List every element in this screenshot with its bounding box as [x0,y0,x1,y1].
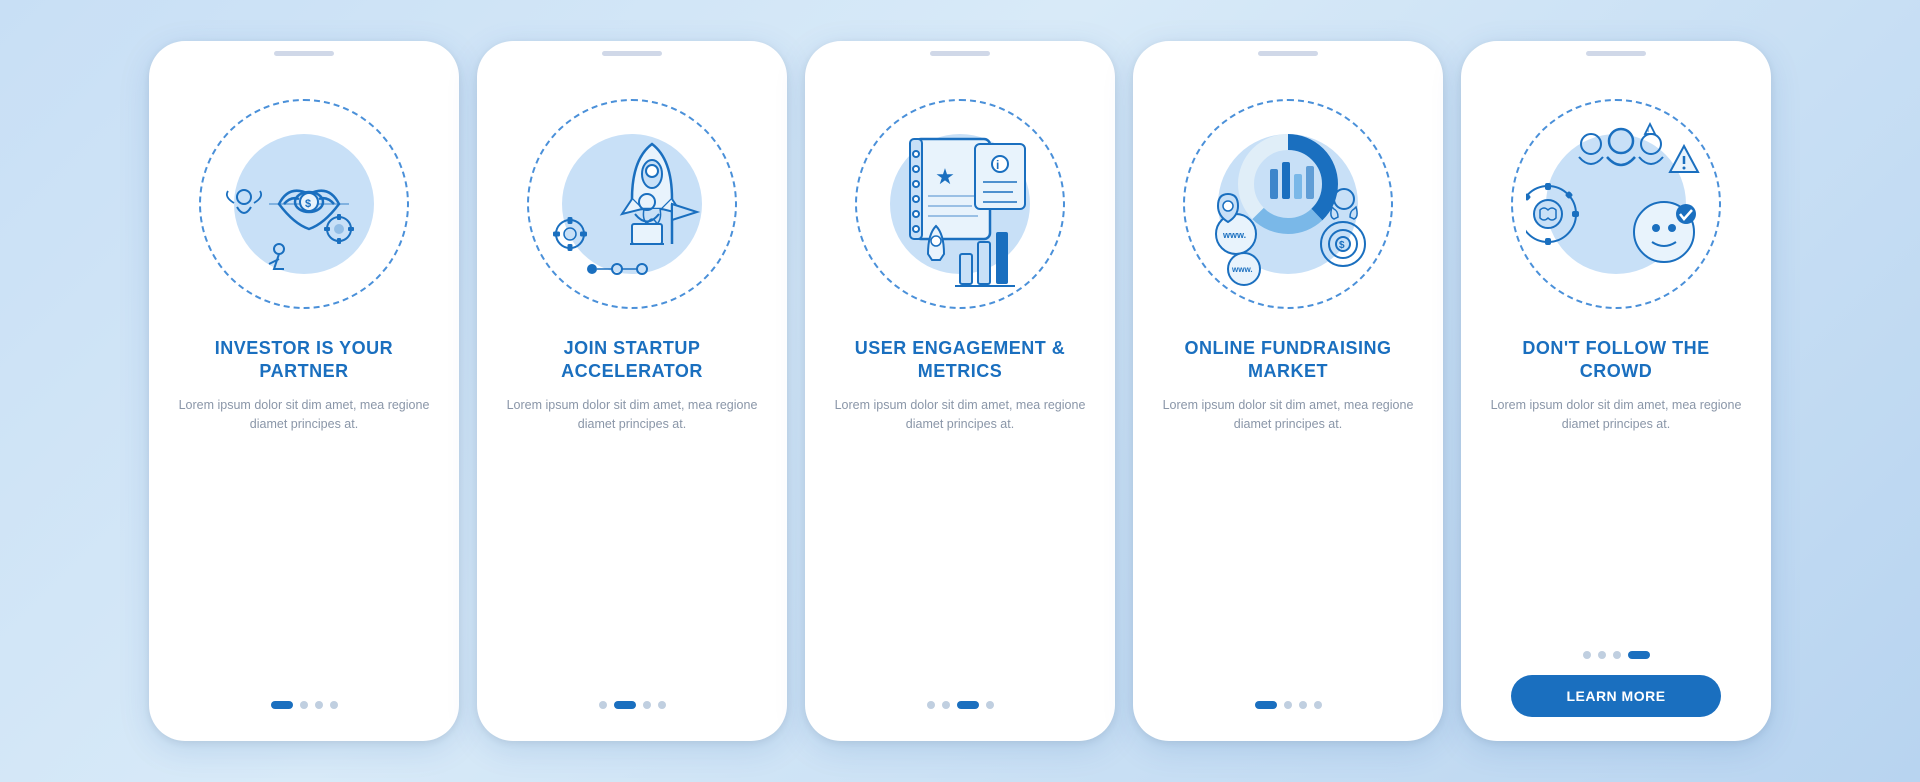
card-startup-accelerator: JOIN STARTUP ACCELERATOR Lorem ipsum dol… [477,41,787,741]
card-5-desc: Lorem ipsum dolor sit dim amet, mea regi… [1485,396,1747,435]
dot-2-1[interactable] [599,701,607,709]
dot-1-2[interactable] [300,701,308,709]
card-3-title: USER ENGAGEMENT & METRICS [829,337,1091,382]
cards-container: $ [119,11,1801,771]
card-2-desc: Lorem ipsum dolor sit dim amet, mea regi… [501,396,763,435]
card-4-dots [1255,701,1322,709]
dot-3-3[interactable] [957,701,979,709]
card-3-dots [927,701,994,709]
illustration-engagement: ★ i [845,89,1075,319]
illustration-fundraising: www. www. $ [1173,89,1403,319]
dot-5-1[interactable] [1583,651,1591,659]
dot-1-4[interactable] [330,701,338,709]
dot-3-1[interactable] [927,701,935,709]
illustration-investor: $ [189,89,419,319]
card-5-dots [1583,651,1650,659]
dot-4-1[interactable] [1255,701,1277,709]
fundraising-icon: www. www. $ [1198,114,1378,294]
dot-3-4[interactable] [986,701,994,709]
dot-5-4[interactable] [1628,651,1650,659]
dot-2-4[interactable] [658,701,666,709]
illustration-startup [517,89,747,319]
dot-4-3[interactable] [1299,701,1307,709]
card-3-desc: Lorem ipsum dolor sit dim amet, mea regi… [829,396,1091,435]
card-2-dots [599,701,666,709]
svg-text:!: ! [1647,127,1649,136]
dot-3-2[interactable] [942,701,950,709]
startup-icon [542,114,722,294]
card-dont-follow: ! [1461,41,1771,741]
card-2-title: JOIN STARTUP ACCELERATOR [501,337,763,382]
dot-4-4[interactable] [1314,701,1322,709]
card-1-title: INVESTOR IS YOUR PARTNER [173,337,435,382]
svg-text:www.: www. [1231,265,1253,274]
dot-1-3[interactable] [315,701,323,709]
dot-1-1[interactable] [271,701,293,709]
card-5-title: DON'T FOLLOW THE CROWD [1485,337,1747,382]
crowd-icon: ! [1526,114,1706,294]
learn-more-button[interactable]: LEARN MORE [1511,675,1721,717]
card-4-desc: Lorem ipsum dolor sit dim amet, mea regi… [1157,396,1419,435]
svg-text:★: ★ [935,164,955,189]
investor-icon: $ [214,114,394,294]
dot-4-2[interactable] [1284,701,1292,709]
svg-text:i: i [996,158,999,172]
svg-text:$: $ [305,198,311,210]
illustration-crowd: ! [1501,89,1731,319]
card-fundraising: www. www. $ [1133,41,1443,741]
dot-5-3[interactable] [1613,651,1621,659]
dot-2-2[interactable] [614,701,636,709]
dot-2-3[interactable] [643,701,651,709]
card-investor-partner: $ [149,41,459,741]
card-1-dots [271,701,338,709]
card-1-desc: Lorem ipsum dolor sit dim amet, mea regi… [173,396,435,435]
svg-text:$: $ [1339,240,1345,251]
card-4-title: ONLINE FUNDRAISING MARKET [1157,337,1419,382]
engagement-icon: ★ i [870,114,1050,294]
svg-text:www.: www. [1222,230,1246,240]
dot-5-2[interactable] [1598,651,1606,659]
card-user-engagement: ★ i [805,41,1115,741]
